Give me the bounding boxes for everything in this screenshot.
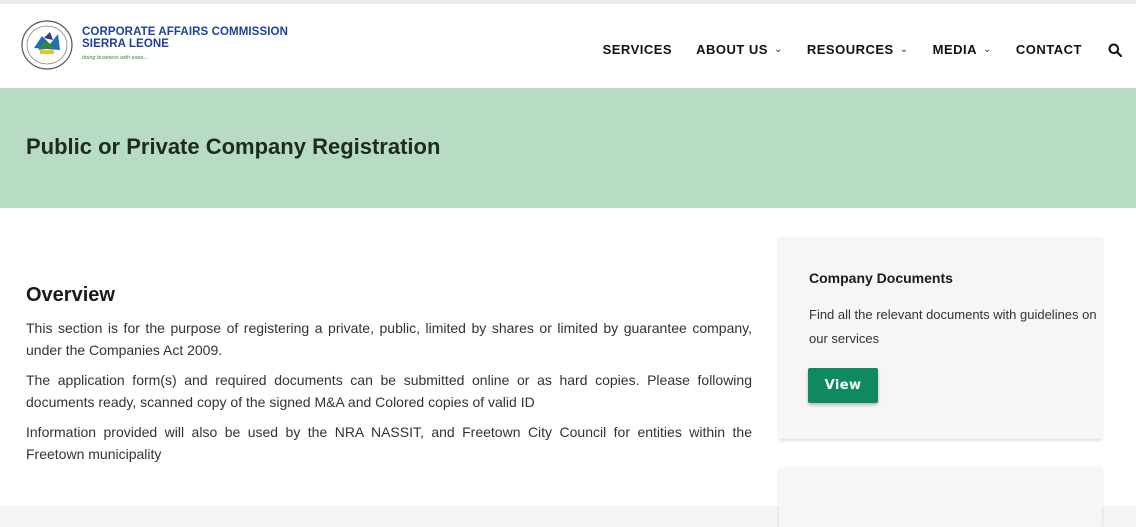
nav-services-label: SERVICES: [602, 42, 673, 57]
page-hero: Public or Private Company Registration: [0, 88, 1136, 208]
site-header: CORPORATE AFFAIRS COMMISSION SIERRA LEON…: [0, 0, 1136, 88]
nav-media[interactable]: MEDIA ⌄: [933, 42, 992, 57]
commission-emblem-icon: [21, 20, 73, 70]
nav-about-us[interactable]: ABOUT US ⌄: [696, 42, 783, 57]
overview-paragraph: This section is for the purpose of regis…: [26, 320, 752, 358]
company-documents-card: Company Documents Find all the relevant …: [779, 237, 1102, 439]
logo-title: CORPORATE AFFAIRS COMMISSION: [82, 26, 288, 38]
nav-media-label: MEDIA: [932, 42, 978, 57]
chevron-down-icon: ⌄: [983, 44, 992, 55]
chevron-down-icon: ⌄: [773, 44, 783, 55]
nav-resources[interactable]: RESOURCES ⌄: [807, 42, 909, 57]
nav-about-us-label: ABOUT US: [696, 42, 768, 57]
main-nav: SERVICES ABOUT US ⌄ RESOURCES ⌄ MEDIA ⌄ …: [579, 42, 1122, 57]
page: CORPORATE AFFAIRS COMMISSION SIERRA LEON…: [0, 0, 1136, 527]
logo[interactable]: CORPORATE AFFAIRS COMMISSION SIERRA LEON…: [20, 18, 288, 72]
overview-paragraph: The application form(s) and required doc…: [26, 372, 752, 410]
card-text: Find all the relevant documents with gui…: [809, 307, 1097, 346]
overview-heading: Overview: [26, 284, 115, 306]
nav-services[interactable]: SERVICES: [603, 42, 673, 57]
view-button[interactable]: View: [808, 368, 878, 403]
nav-resources-label: RESOURCES: [806, 42, 894, 57]
secondary-card: [779, 467, 1102, 527]
overview-paragraph: Information provided will also be used b…: [26, 424, 752, 462]
page-title: Public or Private Company Registration: [26, 134, 441, 159]
nav-contact-label: CONTACT: [1015, 42, 1082, 57]
nav-contact[interactable]: CONTACT: [1016, 42, 1082, 57]
search-icon[interactable]: [1108, 43, 1122, 57]
overview-section: Overview This section is for the purpose…: [26, 284, 752, 473]
chevron-down-icon: ⌄: [899, 44, 909, 55]
logo-subtitle: SIERRA LEONE: [82, 38, 170, 50]
logo-tagline: doing business with ease...: [82, 55, 149, 61]
card-title: Company Documents: [809, 270, 953, 286]
